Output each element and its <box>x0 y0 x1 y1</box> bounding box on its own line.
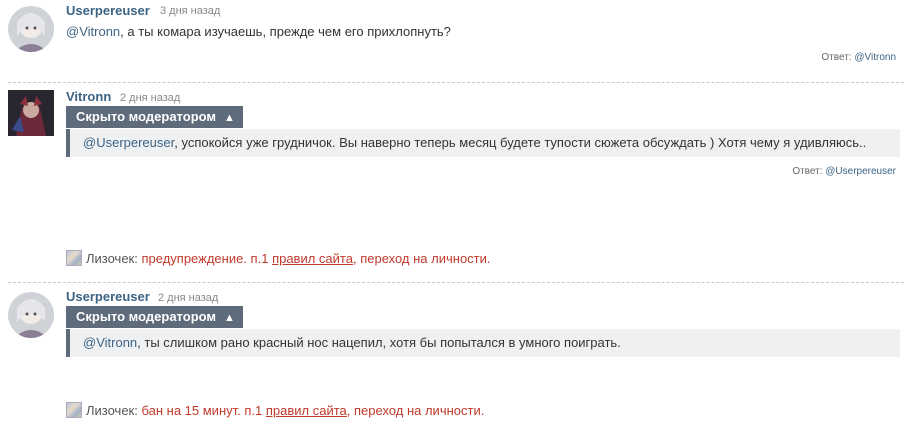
moderator-avatar-icon <box>66 402 82 418</box>
moderator-name[interactable]: Лизочек: <box>86 251 138 266</box>
comment-divider <box>8 82 904 83</box>
comment-body: , успокойся уже грудничок. Вы наверно те… <box>174 135 867 150</box>
comment-body: , ты слишком рано красный нос нацепил, х… <box>137 335 621 350</box>
site-rules-link[interactable]: правил сайта <box>272 251 353 266</box>
timestamp[interactable]: 3 дня назад <box>160 5 220 17</box>
mention-link[interactable]: @Vitronn <box>66 24 120 39</box>
comment-2: Vitronn 2 дня назад Скрыто модератором ▲ … <box>0 84 916 280</box>
moderation-reason: , переход на личности. <box>352 251 491 266</box>
avatar-image <box>8 90 54 136</box>
avatar-image <box>8 292 54 338</box>
reply-label: Ответ: <box>792 166 823 177</box>
reply-to-link[interactable]: @Vitronn <box>854 52 896 63</box>
chevron-up-icon: ▲ <box>224 312 235 324</box>
avatar[interactable] <box>8 90 54 136</box>
hidden-comment-body: @Userpereuser, успокойся уже грудничок. … <box>66 129 900 157</box>
comment-body: , а ты комара изучаешь, прежде чем его п… <box>120 24 451 39</box>
mention-link[interactable]: @Userpereuser <box>83 135 174 150</box>
hidden-comment-body: @Vitronn, ты слишком рано красный нос на… <box>66 329 900 357</box>
avatar-image <box>8 6 54 52</box>
avatar[interactable] <box>8 6 54 52</box>
reply-label: Ответ: <box>821 52 852 63</box>
comment-1: Userpereuser 3 дня назад @Vitronn, а ты … <box>0 0 916 82</box>
hidden-by-moderator-toggle[interactable]: Скрыто модератором ▲ <box>66 306 243 328</box>
timestamp[interactable]: 2 дня назад <box>120 92 180 104</box>
chevron-up-icon: ▲ <box>224 112 235 124</box>
comment-3: Userpereuser 2 дня назад Скрыто модерато… <box>0 284 916 428</box>
moderation-reason: , переход на личности. <box>346 403 485 418</box>
moderation-note: Лизочек: бан на 15 минут. п.1 правил сай… <box>66 402 484 418</box>
author-name[interactable]: Userpereuser <box>66 289 150 304</box>
moderator-name[interactable]: Лизочек: <box>86 403 138 418</box>
reply-to: Ответ: @Userpereuser <box>792 166 896 177</box>
comment-divider <box>8 282 904 283</box>
author-name[interactable]: Userpereuser <box>66 3 150 18</box>
moderation-action: предупреждение. п.1 <box>141 251 269 266</box>
author-name[interactable]: Vitronn <box>66 89 111 104</box>
moderator-avatar-icon <box>66 250 82 266</box>
hidden-by-moderator-toggle[interactable]: Скрыто модератором ▲ <box>66 106 243 128</box>
avatar[interactable] <box>8 292 54 338</box>
mention-link[interactable]: @Vitronn <box>83 335 137 350</box>
moderation-note: Лизочек: предупреждение. п.1 правил сайт… <box>66 250 491 266</box>
moderation-action: бан на 15 минут. п.1 <box>141 403 263 418</box>
reply-to: Ответ: @Vitronn <box>821 52 896 63</box>
site-rules-link[interactable]: правил сайта <box>266 403 347 418</box>
comment-text: @Vitronn, а ты комара изучаешь, прежде ч… <box>66 24 451 39</box>
hidden-label: Скрыто модератором <box>76 309 217 324</box>
timestamp[interactable]: 2 дня назад <box>158 292 218 304</box>
hidden-label: Скрыто модератором <box>76 109 217 124</box>
reply-to-link[interactable]: @Userpereuser <box>825 166 896 177</box>
